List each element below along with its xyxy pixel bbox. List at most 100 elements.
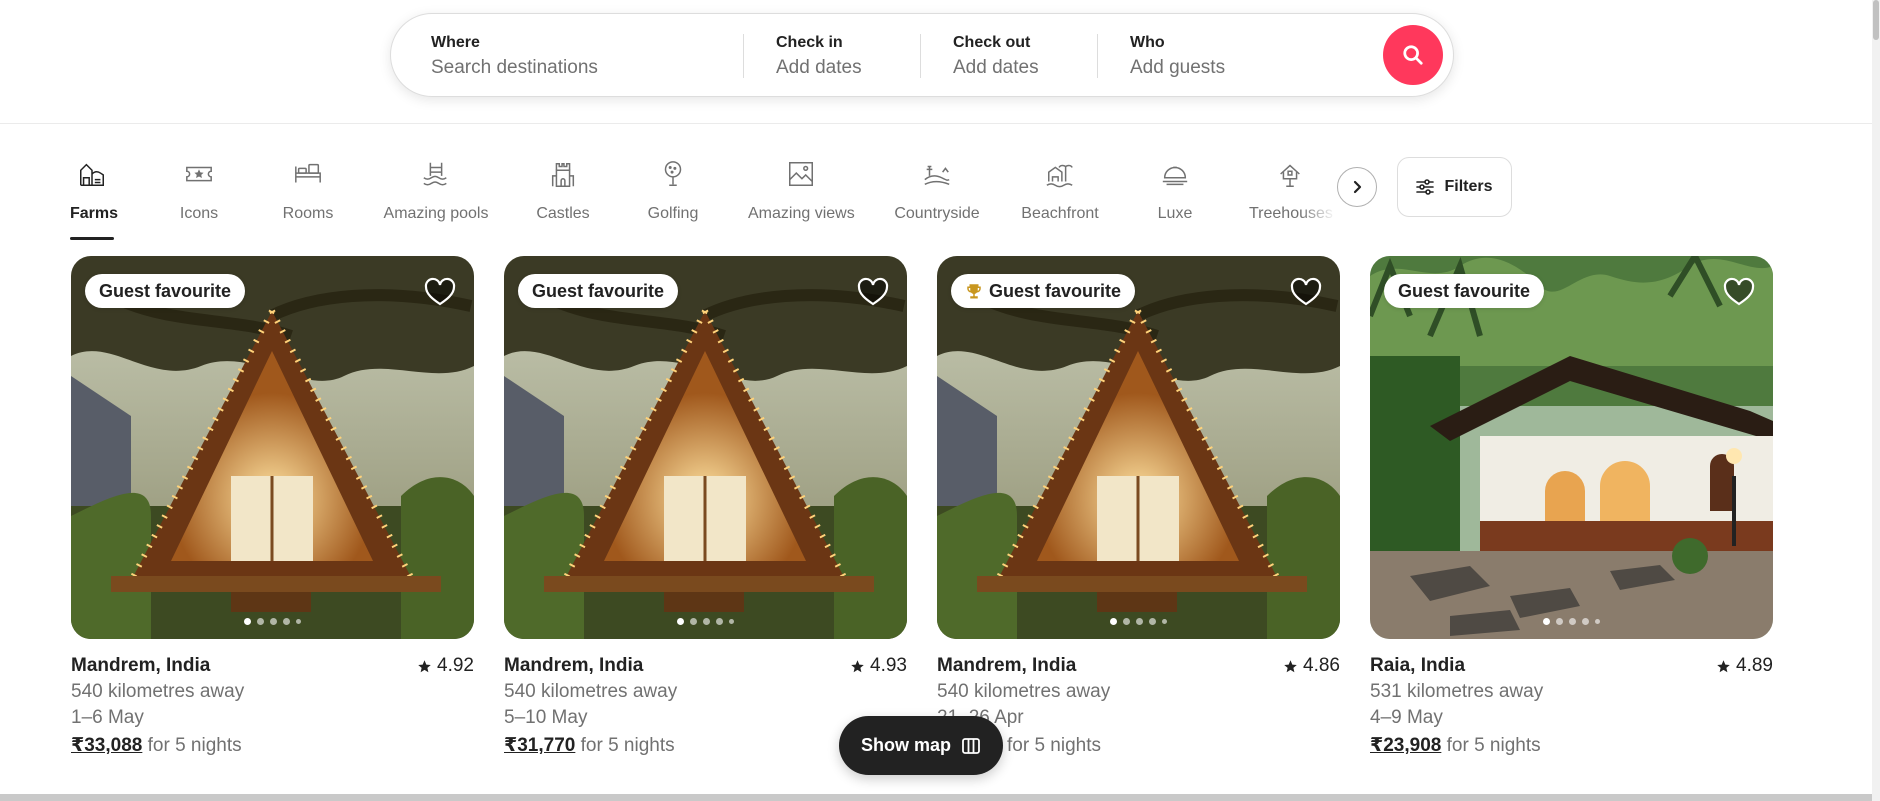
trophy-icon (967, 284, 981, 299)
landscape-icon (789, 162, 813, 186)
listing-photo[interactable]: Guest favourite (504, 256, 907, 639)
listing-dates: 1–6 May (71, 707, 144, 728)
scrollbar-thumb[interactable] (1873, 0, 1879, 40)
star-icon (418, 659, 431, 672)
divider (1097, 34, 1098, 78)
listing-card[interactable]: Guest favourite Mandrem, India 4.92 540 … (71, 256, 474, 761)
sliders-icon (1416, 179, 1435, 195)
category-rooms[interactable]: Rooms (280, 154, 336, 234)
where-label: Where (431, 34, 480, 51)
divider (743, 34, 744, 78)
listing-price[interactable]: ₹33,088 for 5 nights (71, 731, 474, 761)
listing-info: Raia, India 4.89 531 kilometres away 4–9… (1370, 653, 1773, 761)
chevron-right-icon (1353, 180, 1362, 194)
guest-favourite-badge: Guest favourite (518, 274, 679, 308)
rating-value: 4.89 (1736, 655, 1773, 676)
category-castles[interactable]: Castles (536, 154, 590, 234)
search-icon (1403, 45, 1423, 65)
listing-distance: 540 kilometres away (71, 681, 245, 702)
map-icon (962, 737, 980, 754)
pool-icon (423, 162, 447, 186)
listing-price[interactable]: ₹23,908 for 5 nights (1370, 731, 1773, 761)
carousel-dots (937, 618, 1340, 625)
price-suffix: for 5 nights (1446, 735, 1541, 756)
check-out-field[interactable]: Check out Add dates (953, 14, 1103, 98)
category-label: Rooms (282, 205, 334, 222)
cloche-icon (1162, 166, 1188, 186)
category-label: Icons (179, 205, 219, 222)
listing-info: Mandrem, India 4.92 540 kilometres away … (71, 653, 474, 761)
listing-location: Mandrem, India (504, 655, 644, 676)
listing-rating: 4.86 (1283, 653, 1340, 679)
rating-value: 4.92 (437, 655, 474, 676)
listing-location: Mandrem, India (937, 655, 1077, 676)
category-amazing-views[interactable]: Amazing views (748, 154, 855, 234)
show-map-label: Show map (860, 735, 951, 755)
carousel-dots (1370, 618, 1773, 625)
who-field[interactable]: Who Add guests (1130, 14, 1330, 98)
ticket-star-icon (186, 166, 212, 182)
listing-distance: 540 kilometres away (937, 681, 1111, 702)
price-amount[interactable]: ₹31,770 (504, 735, 575, 756)
beach-icon (1046, 164, 1073, 188)
category-amazing-pools[interactable]: Amazing pools (383, 154, 489, 234)
listing-rating: 4.92 (417, 653, 474, 679)
header: Where Search destinations Check in Add d… (0, 0, 1872, 124)
star-icon (1284, 659, 1297, 672)
heart-icon[interactable] (1290, 276, 1322, 308)
guest-favourite-badge: Guest favourite (1384, 274, 1545, 308)
category-luxe[interactable]: Luxe (1157, 154, 1193, 234)
category-label: Amazing views (748, 205, 855, 222)
listing-photo[interactable]: Guest favourite (1370, 256, 1773, 639)
where-field[interactable]: Where Search destinations (431, 14, 731, 98)
search-button[interactable] (1383, 25, 1443, 85)
listing-photo[interactable]: Guest favourite (71, 256, 474, 639)
category-farms[interactable]: Farms (70, 154, 118, 240)
check-in-field[interactable]: Check in Add dates (776, 14, 926, 98)
countryside-icon (924, 165, 950, 186)
badge-label: Guest favourite (532, 280, 665, 301)
category-golfing[interactable]: Golfing (646, 154, 700, 234)
listing-rating: 4.93 (850, 653, 907, 679)
carousel-dots (71, 618, 474, 625)
a-frame-cabin-photo (937, 256, 1340, 639)
listing-photo[interactable]: Guest favourite (937, 256, 1340, 639)
check-in-value: Add dates (776, 57, 862, 78)
category-label: Countryside (894, 205, 980, 222)
category-countryside[interactable]: Countryside (893, 154, 981, 234)
listing-dates: 4–9 May (1370, 707, 1443, 728)
price-suffix: for 5 nights (580, 735, 675, 756)
category-beachfront[interactable]: Beachfront (1020, 154, 1100, 234)
rating-value: 4.86 (1303, 655, 1340, 676)
scrollbar-track[interactable] (1872, 0, 1880, 801)
listing-dates: 21–26 Apr (937, 707, 1024, 728)
rating-value: 4.93 (870, 655, 907, 676)
listing-card[interactable]: Guest favourite Raia, India 4.89 531 kil… (1370, 256, 1773, 761)
show-map-button[interactable]: Show map (839, 716, 1003, 775)
price-amount[interactable]: ₹33,088 (71, 735, 142, 756)
check-out-value: Add dates (953, 57, 1039, 78)
heart-icon[interactable] (857, 276, 889, 308)
filters-button[interactable]: Filters (1397, 157, 1512, 217)
listing-card[interactable]: Guest favourite Mandrem, India 4.86 540 … (937, 256, 1340, 761)
price-amount[interactable]: ₹23,908 (1370, 735, 1441, 756)
who-value: Add guests (1130, 57, 1226, 78)
heart-icon[interactable] (424, 276, 456, 308)
badge-label: Guest favourite (1398, 280, 1531, 301)
categories-next-button[interactable] (1337, 167, 1377, 207)
category-label: Amazing pools (383, 205, 489, 222)
search-bar: Where Search destinations Check in Add d… (390, 13, 1454, 97)
heart-icon[interactable] (1723, 276, 1755, 308)
price-suffix: for 5 nights (147, 735, 242, 756)
a-frame-cabin-photo (71, 256, 474, 639)
page-bottom-border (0, 794, 1872, 801)
where-placeholder[interactable]: Search destinations (431, 55, 731, 81)
carousel-dots (504, 618, 907, 625)
guest-favourite-badge: Guest favourite (951, 274, 1136, 308)
a-frame-cabin-photo (504, 256, 907, 639)
farm-icon (80, 163, 104, 186)
category-icons[interactable]: Icons (170, 154, 228, 234)
listing-card[interactable]: Guest favourite Mandrem, India 4.93 540 … (504, 256, 907, 761)
golf-icon (664, 161, 682, 186)
listing-distance: 531 kilometres away (1370, 681, 1544, 702)
